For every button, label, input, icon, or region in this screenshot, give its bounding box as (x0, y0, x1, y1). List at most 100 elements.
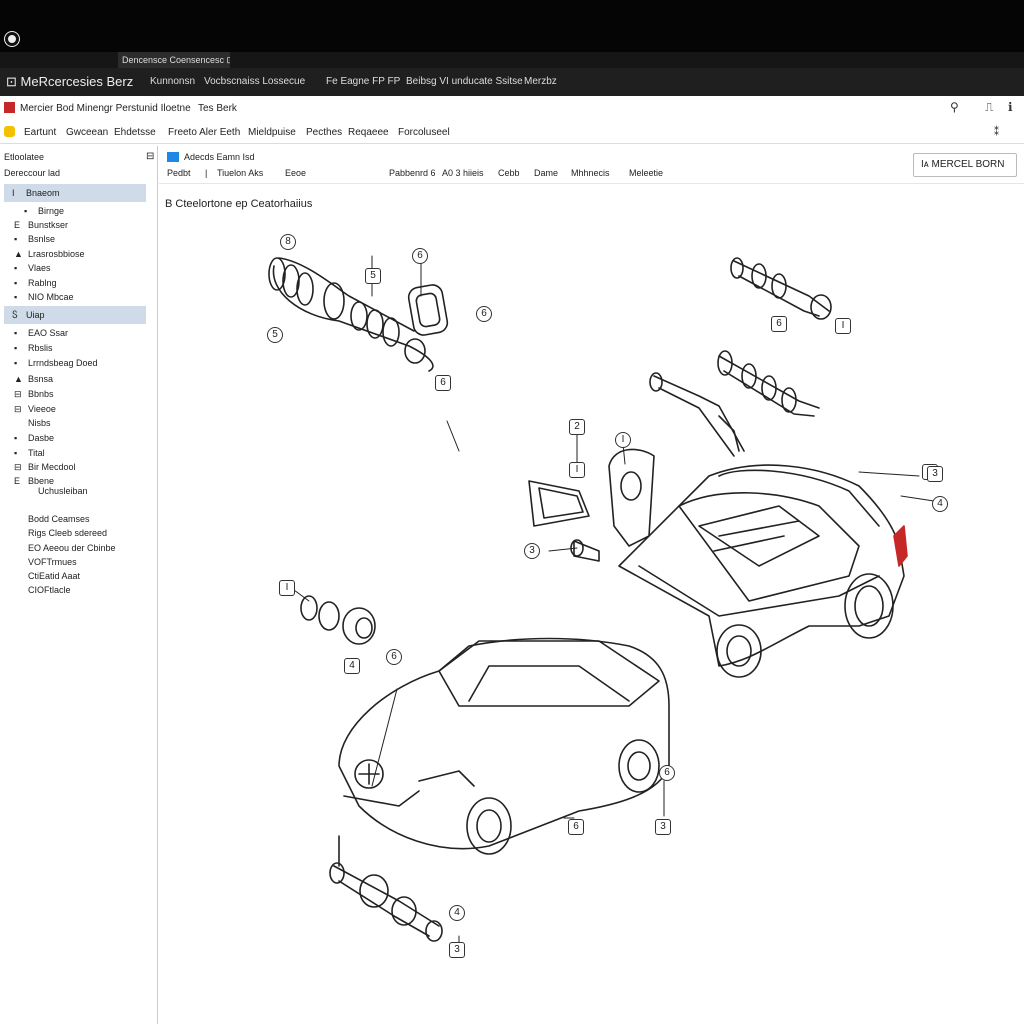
sidebar-item-label: EO Aeeou der Cbinbe (28, 543, 116, 553)
part-callout[interactable]: 6 (412, 248, 428, 264)
menu-bar: Mercier Bod Minengr Perstunid Iloetne Te… (0, 96, 1024, 120)
sidebar-item-label: Bbnbs (28, 389, 54, 399)
home-icon[interactable] (4, 126, 15, 137)
sidebar-item-label: Bodd Ceamses (28, 514, 90, 524)
part-callout[interactable]: 5 (267, 327, 283, 343)
bookmark-icon[interactable]: ⎍ (985, 100, 993, 115)
catalytic-converter-part[interactable] (329, 835, 443, 942)
toolbar-item[interactable]: Eartunt (24, 127, 56, 138)
nav-item[interactable]: Merzbz (524, 76, 557, 87)
sidebar-item-label: Lrrndsbeag Doed (28, 358, 98, 368)
part-callout[interactable]: 2 (569, 419, 585, 435)
part-callout[interactable]: 4 (449, 905, 465, 921)
sidebar-item[interactable]: Uchusleiban (24, 482, 164, 500)
nav-item[interactable]: Beibsg VI unducate Ssitse (406, 76, 523, 87)
toolbar-item[interactable]: Gwceean (66, 127, 108, 138)
sidebar-item-icon: I (12, 188, 15, 198)
tab-strip: Dencensce Coensencesc ⊡ (0, 52, 1024, 68)
menu-item[interactable]: Tes Berk (198, 103, 237, 114)
part-callout[interactable]: 6 (386, 649, 402, 665)
toolbar-item[interactable]: Mieldpuise (248, 127, 296, 138)
nav-item[interactable]: Vocbscnaiss Lossecue (204, 76, 305, 87)
sidebar-subheader[interactable]: Dereccour lad (4, 168, 60, 178)
title-bar (0, 0, 1024, 52)
main-panel: Adecds Eamn Isd Pedbt | Tiuelon Aks Eeoe… (159, 146, 1024, 1024)
sidebar-item-label: Bnaeom (26, 188, 60, 198)
search-icon[interactable]: ⚲ (950, 100, 959, 114)
sensor-part[interactable] (300, 595, 376, 645)
nav-item[interactable]: Fe Eagne FP FP (326, 76, 400, 87)
sidebar-header: Etloolatee (4, 152, 45, 162)
brand-icon: ⊡ (6, 74, 21, 89)
sidebar-item-label: Bsnsa (28, 374, 54, 384)
sidebar-item-label: CtiEatid Aaat (28, 571, 81, 581)
bracket-part[interactable] (528, 448, 655, 562)
sidebar-item-label: Vieeoe (28, 404, 56, 414)
brand-label: MeRcercesies Berz (20, 74, 134, 89)
sidebar-item-icon: ▪ (14, 292, 18, 302)
part-callout[interactable]: 8 (280, 234, 296, 250)
part-callout[interactable]: 3 (655, 819, 671, 835)
part-callout[interactable]: 4 (344, 658, 360, 674)
brand-logo-text[interactable]: ⊡ MeRcercesies Berz (6, 74, 133, 90)
sidebar-item-label: Vlaes (28, 263, 51, 273)
sidebar-item-label: Uchusleiban (38, 486, 88, 496)
toolbar-item[interactable]: Ehdetsse (114, 127, 156, 138)
part-callout[interactable]: 3 (927, 466, 943, 482)
page-title: Mercier Bod Minengr Perstunid Iloetne (20, 103, 191, 114)
car-open-hood-illustration[interactable] (618, 415, 908, 678)
part-callout[interactable]: 3 (524, 543, 540, 559)
app-header: ⊡ MeRcercesies Berz Kunnonsn Vocbscnaiss… (0, 68, 1024, 96)
part-callout[interactable]: 3 (449, 942, 465, 958)
part-callout[interactable]: 4 (932, 496, 948, 512)
sidebar-item-label: Bsnlse (28, 234, 56, 244)
callout-leader-lines (293, 255, 935, 947)
sidebar-item-label: NIO Mbcae (28, 292, 74, 302)
sidebar-item-label: Nisbs (28, 418, 51, 428)
sidebar: Etloolatee ⊟ Dereccour lad I Bnaeom ▪ Birng… (0, 146, 158, 1024)
toolbar-item[interactable]: Freeto Aler Eeth (168, 127, 240, 138)
part-callout[interactable]: 6 (435, 375, 451, 391)
toolbar-item[interactable]: Reqaeee (348, 127, 389, 138)
part-callout[interactable]: I (279, 580, 295, 596)
sidebar-item-label: Dasbe (28, 433, 55, 443)
intake-pipe-part[interactable] (649, 257, 832, 457)
sidebar-item-label: EAO Ssar (28, 328, 69, 338)
part-callout[interactable]: I (569, 462, 585, 478)
part-callout[interactable]: 6 (659, 765, 675, 781)
sidebar-item-icon: Ⴝ (12, 310, 18, 320)
nav-item[interactable]: Kunnonsn (150, 76, 195, 87)
sidebar-item-label: CIOFtlacle (28, 585, 71, 595)
collapse-icon[interactable]: ⊟ (146, 151, 154, 162)
sidebar-item-label: VOFTrmues (28, 557, 77, 567)
sidebar-item[interactable]: I Bnaeom (4, 184, 146, 202)
sidebar-item-label: Bir Mecdool (28, 462, 76, 472)
sidebar-item-label: Birnge (38, 206, 65, 216)
toolbar: Eartunt Gwceean Ehdetsse Freeto Aler Eet… (0, 120, 1024, 144)
sidebar-item-label: Uiap (26, 310, 45, 320)
sidebar-item[interactable]: CIOFtlacle (14, 581, 154, 599)
sidebar-item-label: Rbslis (28, 343, 53, 353)
toolbar-item[interactable]: Pecthes (306, 127, 342, 138)
part-callout[interactable]: 6 (476, 306, 492, 322)
settings-icon[interactable]: ⁑ (994, 127, 999, 138)
part-callout[interactable]: I (835, 318, 851, 334)
sidebar-item[interactable]: ▪ NIO Mbcae (14, 288, 154, 306)
app-logo-icon (4, 102, 15, 113)
sidebar-item-label: Rablng (28, 278, 57, 288)
sidebar-item-label: Bunstkser (28, 220, 69, 230)
record-icon[interactable] (5, 32, 19, 46)
sidebar-item[interactable]: Ⴝ Uiap (4, 306, 146, 324)
part-callout[interactable]: 6 (771, 316, 787, 332)
sidebar-item-label: Rigs Cleeb sdereed (28, 528, 108, 538)
car-front-illustration[interactable] (338, 637, 670, 855)
part-callout[interactable]: 5 (365, 268, 381, 284)
sidebar-item-label: Lrasrosbbiose (28, 249, 85, 259)
part-callout[interactable]: I (615, 432, 631, 448)
part-callout[interactable]: 6 (568, 819, 584, 835)
sidebar-item-label: Tital (28, 448, 45, 458)
toolbar-item[interactable]: Forcoluseel (398, 127, 450, 138)
info-icon[interactable]: ℹ (1008, 100, 1013, 114)
exhaust-pipe-part[interactable] (268, 257, 449, 372)
browser-tab[interactable]: Dencensce Coensencesc ⊡ (118, 52, 230, 68)
